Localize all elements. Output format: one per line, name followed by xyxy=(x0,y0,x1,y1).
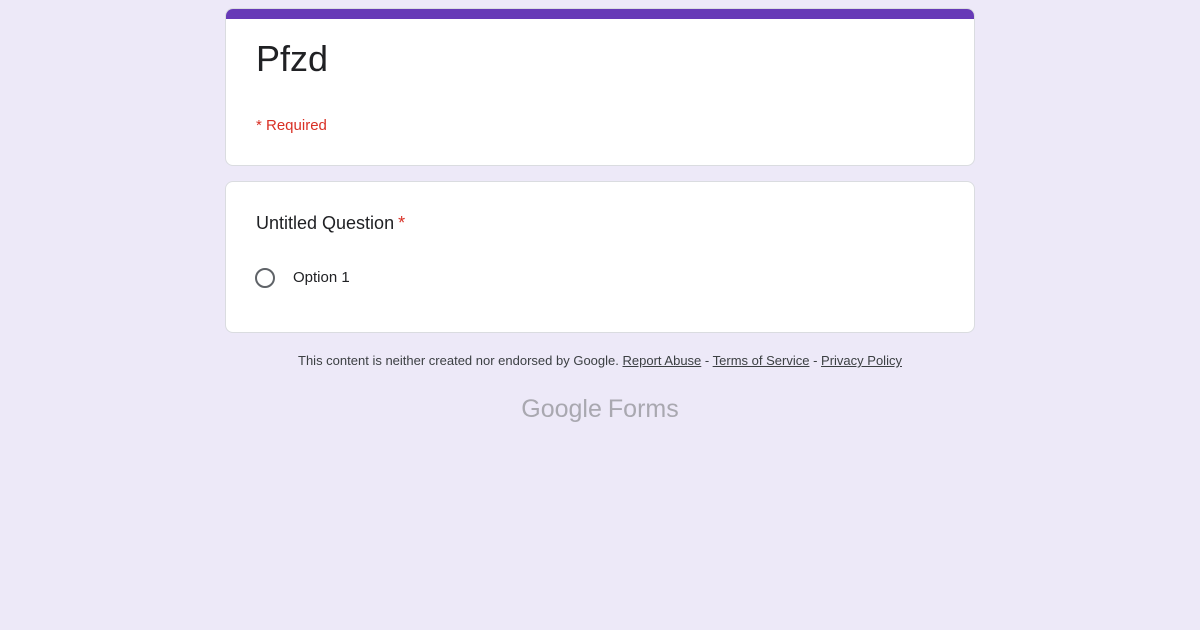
footer-separator: - xyxy=(813,353,818,368)
question-title-text: Untitled Question xyxy=(256,213,395,233)
privacy-policy-link[interactable]: Privacy Policy xyxy=(821,353,902,368)
required-asterisk: * xyxy=(398,213,406,233)
form-header-card: Pfzd * Required xyxy=(225,8,975,166)
theme-accent-bar xyxy=(226,9,974,19)
question-card: Untitled Question * Option 1 xyxy=(225,181,975,333)
question-title: Untitled Question * xyxy=(256,212,405,234)
radio-option[interactable]: Option 1 xyxy=(255,268,350,288)
required-note: * Required xyxy=(256,117,327,134)
disclaimer-text: This content is neither created nor endo… xyxy=(298,353,619,368)
terms-of-service-link[interactable]: Terms of Service xyxy=(713,353,810,368)
footer-disclaimer: This content is neither created nor endo… xyxy=(225,352,975,370)
footer-separator: - xyxy=(704,353,710,368)
logo-forms-text: Forms xyxy=(607,395,679,423)
google-forms-logo[interactable]: Google Forms xyxy=(225,394,975,424)
option-label: Option 1 xyxy=(293,269,350,286)
form-title: Pfzd xyxy=(256,38,329,79)
report-abuse-link[interactable]: Report Abuse xyxy=(623,353,702,368)
form-column: Pfzd * Required Untitled Question * Optio… xyxy=(225,8,975,333)
radio-button-icon[interactable] xyxy=(255,268,275,288)
logo-google-text: Google xyxy=(521,395,602,423)
